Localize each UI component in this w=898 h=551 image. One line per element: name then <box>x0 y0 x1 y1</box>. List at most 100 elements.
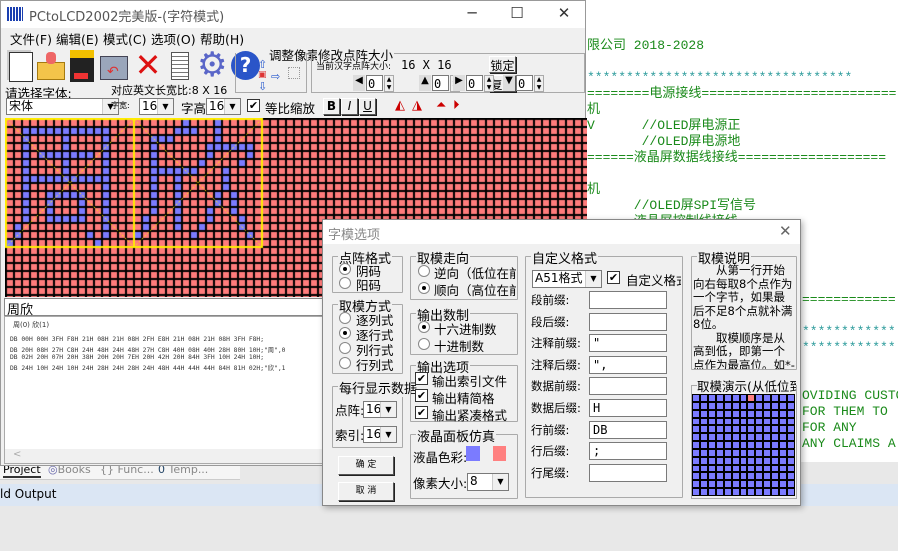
direction-radio[interactable] <box>418 282 430 294</box>
custom-format-checkbox[interactable]: ✔ <box>607 271 620 284</box>
demo-cell <box>788 434 794 441</box>
underline-button[interactable]: U <box>359 98 376 115</box>
demo-cell <box>708 434 715 441</box>
shift-down-icon[interactable]: ⇩ <box>258 80 267 93</box>
spinner-arrows[interactable]: ▲▼ <box>534 75 544 92</box>
maximize-button[interactable]: ☐ <box>497 4 537 24</box>
save-as-icon[interactable]: ↶ <box>99 48 129 84</box>
demo-cell <box>788 402 794 409</box>
output-option-checkbox[interactable]: ✔ <box>415 406 428 419</box>
delete-icon[interactable]: ✕ <box>133 48 163 84</box>
size-spinner-input[interactable]: 0 <box>516 75 533 91</box>
spinner-arrows[interactable]: ▲▼ <box>484 75 494 92</box>
font-select[interactable]: 宋体 ▼ <box>6 98 119 115</box>
shift-left-icon[interactable]: ⇦ <box>244 70 253 83</box>
demo-cell <box>708 410 715 417</box>
format-field-input[interactable] <box>589 312 667 331</box>
format-field-input[interactable] <box>589 377 667 396</box>
new-file-icon[interactable] <box>6 48 36 84</box>
lock-button[interactable]: 锁定 <box>489 56 516 73</box>
format-preset-select[interactable]: A51格式 ▼ <box>532 270 602 288</box>
chevron-down-icon: ▼ <box>224 99 240 114</box>
lcd-on-color-swatch[interactable] <box>466 446 480 461</box>
output-option-checkbox[interactable]: ✔ <box>415 389 428 402</box>
demo-cell <box>732 457 739 464</box>
flip-horizontal-icon[interactable]: ⏵ <box>453 98 460 113</box>
size-spinner-input[interactable]: 0 <box>466 75 483 91</box>
demo-cell <box>724 395 731 401</box>
center-icon[interactable]: ▣ <box>258 70 267 80</box>
demo-cell <box>708 449 715 456</box>
format-field-input[interactable]: DB <box>589 420 667 439</box>
format-field-input[interactable] <box>589 291 667 309</box>
open-folder-icon[interactable] <box>36 48 66 84</box>
demo-cell <box>700 410 707 417</box>
demo-cell <box>740 426 747 433</box>
scan-mode-radio[interactable] <box>339 357 351 369</box>
lcd-off-color-swatch[interactable] <box>493 446 506 461</box>
explain-text: 从第一行开始向右每取8个点作为一个字节，如果最后不足8个点就补满8位。 取模顺序… <box>693 264 795 369</box>
demo-cell <box>732 410 739 417</box>
demo-cell <box>756 434 763 441</box>
scan-mode-radio[interactable] <box>339 327 351 339</box>
demo-cell <box>756 395 763 401</box>
format-field-input[interactable]: H <box>589 399 667 417</box>
dot-format-radio[interactable] <box>339 263 351 275</box>
format-field-input[interactable]: ", <box>589 355 667 374</box>
close-button[interactable]: ✕ <box>544 4 584 24</box>
ok-button[interactable]: 确 定 <box>338 456 394 475</box>
per-line-dot-select[interactable]: 16 ▼ <box>363 401 397 418</box>
width-select[interactable]: 16 ▼ <box>139 98 174 115</box>
radix-radio[interactable] <box>418 338 430 350</box>
dialog-close-button[interactable]: ✕ <box>779 222 792 240</box>
height-select[interactable]: 16 ▼ <box>206 98 241 115</box>
demo-cell <box>693 489 699 495</box>
direction-radio[interactable] <box>418 265 430 277</box>
output-option-checkbox[interactable]: ✔ <box>415 372 428 385</box>
output-line: DB 24H 10H 24H 10H 24H 28H 24H 28H 24H 4… <box>10 365 286 372</box>
format-field-input[interactable]: " <box>589 334 667 353</box>
rotate-left-icon[interactable]: ◭ <box>395 98 405 113</box>
demo-cell <box>708 418 715 425</box>
demo-cell <box>700 473 707 480</box>
demo-cell <box>772 434 779 441</box>
proportional-checkbox[interactable]: ✔ <box>247 99 260 112</box>
scan-mode-radio[interactable] <box>339 312 351 324</box>
pixel-size-select[interactable]: 8 ▼ <box>467 473 509 491</box>
rotate-right-icon[interactable]: ◮ <box>412 98 422 113</box>
cancel-button[interactable]: 取 消 <box>338 482 394 501</box>
demo-cell <box>724 410 731 417</box>
radix-radio[interactable] <box>418 321 430 333</box>
italic-button[interactable]: I <box>341 98 358 115</box>
demo-cell <box>716 434 723 441</box>
demo-cell <box>732 489 739 495</box>
spinner-arrows[interactable]: ▲▼ <box>384 75 394 92</box>
demo-cell <box>772 395 779 401</box>
minimize-button[interactable]: ─ <box>452 4 492 24</box>
demo-cell <box>772 481 779 488</box>
scan-mode-radio[interactable] <box>339 342 351 354</box>
bold-button[interactable]: B <box>323 98 340 115</box>
demo-cell <box>764 426 771 433</box>
demo-cell <box>740 449 747 456</box>
demo-cell <box>708 395 715 401</box>
menu-file[interactable]: 文件(F) <box>10 29 52 48</box>
menu-edit[interactable]: 编辑(E) <box>56 29 99 48</box>
demo-cell <box>748 449 755 456</box>
per-line-index-select[interactable]: 16 ▼ <box>363 426 397 443</box>
size-spinner-input[interactable]: 0 <box>366 75 383 91</box>
demo-cell <box>756 473 763 480</box>
size-spinner-input[interactable]: 0 <box>432 75 449 91</box>
format-field-input[interactable] <box>589 463 667 482</box>
lcd-color-label: 液晶色彩: <box>413 450 468 465</box>
notepad-icon[interactable] <box>165 48 195 84</box>
format-field-input[interactable]: ; <box>589 442 667 461</box>
demo-cell <box>740 457 747 464</box>
flip-vertical-icon[interactable]: ⏶ <box>436 98 446 113</box>
demo-cell <box>724 449 731 456</box>
gear-icon[interactable]: ⚙ <box>197 48 227 84</box>
save-icon[interactable] <box>67 48 97 84</box>
shift-right-icon[interactable]: ⇨ <box>271 70 280 83</box>
dot-format-radio[interactable] <box>339 277 351 289</box>
output-line: DB 02H 20H 07H 20H 38H 20H 20H 7EH 20H 4… <box>10 354 265 361</box>
